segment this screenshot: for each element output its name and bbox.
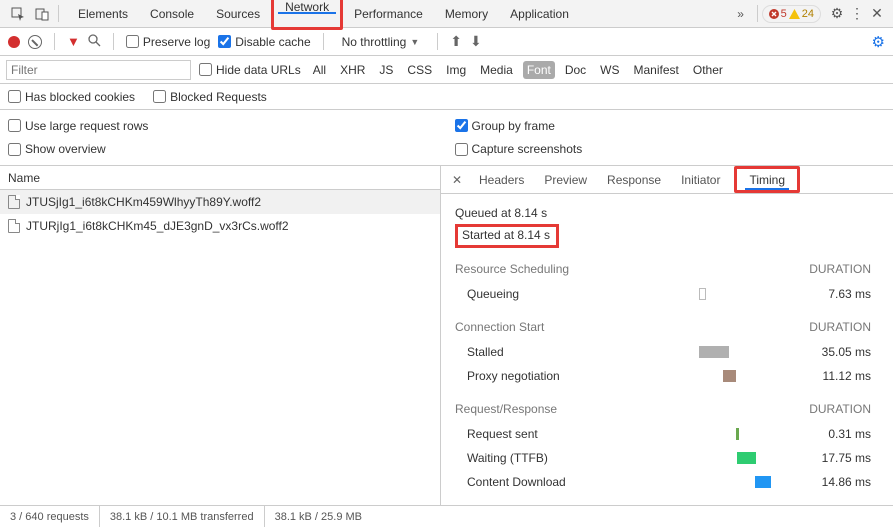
clear-button[interactable] [28,35,42,49]
started-highlight: Started at 8.14 s [455,224,559,248]
timing-bar [736,428,739,440]
detail-tab-timing[interactable]: Timing [739,169,795,190]
tab-network-highlight: Network [271,0,343,30]
type-filter-manifest[interactable]: Manifest [630,61,683,79]
type-filter-doc[interactable]: Doc [561,61,590,79]
name-column-header[interactable]: Name [0,166,440,190]
blocked-requests-checkbox[interactable]: Blocked Requests [153,90,267,104]
large-rows-checkbox[interactable]: Use large request rows [8,119,439,133]
detail-tab-preview[interactable]: Preview [534,166,597,193]
file-icon [8,219,20,233]
timing-label: Queueing [455,287,605,301]
started-at-text: Started at 8.14 s [462,226,550,244]
queued-at-text: Queued at 8.14 s [455,204,871,222]
type-filter-all[interactable]: All [309,61,330,79]
duration-header: DURATION [809,262,871,276]
timing-section-title: Connection Start [455,320,544,334]
network-settings-gear-icon[interactable]: ⚙ [872,33,885,51]
request-name: JTURjIg1_i6t8kCHKm45_dJE3gnD_vx3rCs.woff… [26,219,289,233]
timing-row: Content Download 14.86 ms [455,470,871,494]
show-overview-checkbox[interactable]: Show overview [8,142,439,156]
tab-console[interactable]: Console [139,0,205,27]
type-filter-media[interactable]: Media [476,61,517,79]
detail-tab-response[interactable]: Response [597,166,671,193]
type-filter-ws[interactable]: WS [596,61,623,79]
kebab-menu-icon[interactable]: ⋮ [847,5,867,22]
timing-label: Request sent [455,427,605,441]
caret-down-icon: ▼ [410,37,419,47]
type-filter-xhr[interactable]: XHR [336,61,369,79]
timing-value: 14.86 ms [795,475,871,489]
disable-cache-checkbox[interactable]: Disable cache [218,35,310,49]
filter-toggle-icon[interactable]: ▼ [67,34,80,49]
timing-bar [755,476,772,488]
type-filter-other[interactable]: Other [689,61,727,79]
detail-tab-initiator[interactable]: Initiator [671,166,730,193]
timing-row: Request sent 0.31 ms [455,422,871,446]
group-by-frame-checkbox[interactable]: Group by frame [455,119,886,133]
tab-application[interactable]: Application [499,0,580,27]
timing-label: Stalled [455,345,605,359]
status-resources: 38.1 kB / 25.9 MB [265,506,372,527]
more-tabs-icon[interactable]: » [729,2,753,26]
preserve-log-checkbox[interactable]: Preserve log [126,35,210,49]
search-icon[interactable] [88,34,101,50]
timing-section-title: Resource Scheduling [455,262,569,276]
timing-row: Proxy negotiation 11.12 ms [455,364,871,388]
tab-elements[interactable]: Elements [67,0,139,27]
download-har-icon[interactable]: ⬇ [470,33,482,50]
file-icon [8,195,20,209]
timing-label: Content Download [455,475,605,489]
tab-memory[interactable]: Memory [434,0,499,27]
duration-header: DURATION [809,402,871,416]
upload-har-icon[interactable]: ⬆ [450,33,462,50]
detail-tab-headers[interactable]: Headers [469,166,534,193]
timing-value: 17.75 ms [795,451,871,465]
hide-data-urls-checkbox[interactable]: Hide data URLs [199,63,301,77]
duration-header: DURATION [809,320,871,334]
error-count: 5 [781,8,787,20]
type-filter-js[interactable]: JS [375,61,397,79]
timing-bar [699,288,707,300]
request-row[interactable]: JTURjIg1_i6t8kCHKm45_dJE3gnD_vx3rCs.woff… [0,214,440,238]
capture-screenshots-checkbox[interactable]: Capture screenshots [455,142,886,156]
timing-bar [723,370,736,382]
timing-row: Queueing 7.63 ms [455,282,871,306]
status-bar: 3 / 640 requests 38.1 kB / 10.1 MB trans… [0,505,893,527]
tab-performance[interactable]: Performance [343,0,434,27]
type-filter-img[interactable]: Img [442,61,470,79]
throttling-select[interactable]: No throttling▼ [336,35,426,49]
record-button[interactable] [8,36,20,48]
timing-value: 7.63 ms [795,287,871,301]
timing-section-title: Request/Response [455,402,557,416]
tab-sources[interactable]: Sources [205,0,271,27]
device-toggle-icon[interactable] [30,2,54,26]
timing-bar [699,346,730,358]
request-row[interactable]: JTUSjIg1_i6t8kCHKm459WlhyyTh89Y.woff2 [0,190,440,214]
status-requests: 3 / 640 requests [0,506,100,527]
tab-network[interactable]: Network [274,0,340,14]
issues-badge[interactable]: 5 24 [762,5,821,23]
settings-gear-icon[interactable]: ⚙ [827,5,847,22]
status-transfer: 38.1 kB / 10.1 MB transferred [100,506,265,527]
timing-value: 11.12 ms [795,369,871,383]
has-blocked-cookies-checkbox[interactable]: Has blocked cookies [8,90,135,104]
type-filter-css[interactable]: CSS [403,61,436,79]
filter-input[interactable] [6,60,191,80]
type-filter-font[interactable]: Font [523,61,555,79]
inspect-icon[interactable] [6,2,30,26]
timing-row: Stalled 35.05 ms [455,340,871,364]
warn-count: 24 [802,8,814,20]
timing-row: Waiting (TTFB) 17.75 ms [455,446,871,470]
timing-value: 0.31 ms [795,427,871,441]
close-detail-icon[interactable]: ✕ [447,173,467,187]
timing-tab-highlight: Timing [734,166,800,193]
request-name: JTUSjIg1_i6t8kCHKm459WlhyyTh89Y.woff2 [26,195,261,209]
timing-label: Waiting (TTFB) [455,451,605,465]
timing-value: 35.05 ms [795,345,871,359]
close-devtools-icon[interactable]: ✕ [867,5,887,22]
timing-bar [737,452,756,464]
timing-label: Proxy negotiation [455,369,605,383]
